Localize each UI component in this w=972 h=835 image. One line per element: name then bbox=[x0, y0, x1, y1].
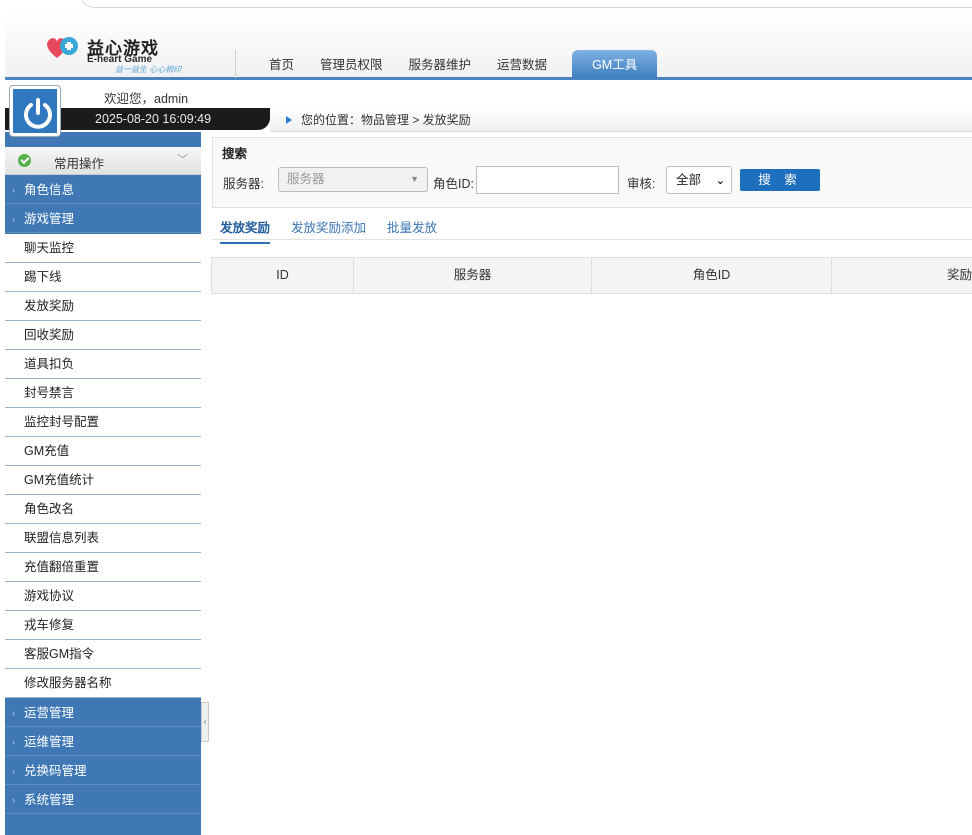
logo: 益心游戏 E-heart Game 益一益生 心心相印 bbox=[45, 32, 185, 76]
sidebar-item-recharge-double-reset[interactable]: 充值翻倍重置 bbox=[5, 553, 201, 582]
table-header: ID 服务器 角色ID 奖励 bbox=[211, 257, 972, 294]
sidebar-section-label: 角色信息 bbox=[24, 183, 75, 197]
audit-select[interactable]: 全部 ⌄ bbox=[666, 166, 732, 194]
breadcrumb: 您的位置：物品管理 > 发放奖励 bbox=[270, 108, 972, 132]
sidebar: 常用操作 ﹀ › 角色信息 › 游戏管理 聊天监控 踢下线 发放奖励 回收奖励 道具… bbox=[5, 132, 201, 835]
breadcrumb-text: 您的位置：物品管理 > 发放奖励 bbox=[301, 113, 471, 127]
browser-top-strip bbox=[0, 0, 972, 12]
sidebar-section-ops-maintenance[interactable]: › 运维管理 bbox=[5, 728, 201, 756]
sidebar-section-operation-management[interactable]: › 运营管理 bbox=[5, 699, 201, 727]
sidebar-item-rename-role[interactable]: 角色改名 bbox=[5, 495, 201, 524]
sidebar-item-rename-server[interactable]: 修改服务器名称 bbox=[5, 669, 201, 698]
caret-right-icon: › bbox=[12, 185, 15, 195]
sidebar-item-kick[interactable]: 踢下线 bbox=[5, 263, 201, 292]
sidebar-section-redeem-code[interactable]: › 兑换码管理 bbox=[5, 757, 201, 785]
search-panel: 搜索 服务器: 服务器 ▼ 角色ID: 审核: 全部 ⌄ 搜 索 bbox=[212, 137, 972, 208]
sidebar-item-chat-monitor[interactable]: 聊天监控 bbox=[5, 234, 201, 263]
sidebar-section-label: 兑换码管理 bbox=[24, 764, 87, 778]
main-content: 搜索 服务器: 服务器 ▼ 角色ID: 审核: 全部 ⌄ 搜 索 发放奖励 发放… bbox=[209, 132, 972, 835]
sidebar-item-game-protocol[interactable]: 游戏协议 bbox=[5, 582, 201, 611]
power-icon bbox=[24, 98, 52, 129]
browser-tab-edge bbox=[80, 0, 972, 8]
nav-gm-tools[interactable]: GM工具 bbox=[572, 50, 658, 78]
sidebar-section-game-management[interactable]: › 游戏管理 bbox=[5, 205, 201, 233]
sidebar-common-label: 常用操作 bbox=[54, 157, 105, 171]
sidebar-item-item-deduct[interactable]: 道具扣负 bbox=[5, 350, 201, 379]
column-header-role-id: 角色ID bbox=[592, 258, 832, 293]
logo-heart-icon bbox=[47, 37, 78, 58]
sidebar-item-ban-mute[interactable]: 封号禁言 bbox=[5, 379, 201, 408]
sidebar-item-gm-recharge-stats[interactable]: GM充值统计 bbox=[5, 466, 201, 495]
tab-send-reward[interactable]: 发放奖励 bbox=[220, 217, 271, 244]
sidebar-collapse-handle[interactable]: ‹ bbox=[201, 702, 209, 742]
sidebar-item-gm-recharge[interactable]: GM充值 bbox=[5, 437, 201, 466]
welcome-text: 欢迎您，admin bbox=[104, 92, 189, 106]
sidebar-section-label: 运营管理 bbox=[24, 706, 75, 720]
sidebar-item-alliance-list[interactable]: 联盟信息列表 bbox=[5, 524, 201, 553]
server-label: 服务器: bbox=[223, 177, 264, 191]
tab-batch-send[interactable]: 批量发放 bbox=[387, 217, 437, 236]
column-header-server: 服务器 bbox=[354, 258, 592, 293]
sidebar-item-send-reward[interactable]: 发放奖励 bbox=[5, 292, 201, 321]
chevron-left-icon: ‹ bbox=[203, 717, 207, 726]
logout-button[interactable] bbox=[10, 86, 60, 136]
breadcrumb-arrow-icon bbox=[286, 116, 292, 124]
sidebar-section-label: 游戏管理 bbox=[24, 212, 75, 226]
chevron-down-icon: ﹀ bbox=[177, 154, 188, 166]
nav-operation-data[interactable]: 运营数据 bbox=[484, 50, 560, 78]
column-header-reward: 奖励 bbox=[946, 268, 972, 282]
sidebar-common-ops[interactable]: 常用操作 ﹀ bbox=[5, 147, 201, 175]
sidebar-item-support-gm-command[interactable]: 客服GM指令 bbox=[5, 640, 201, 669]
caret-right-icon: › bbox=[12, 708, 15, 718]
sidebar-section-label: 运维管理 bbox=[24, 735, 75, 749]
sidebar-section-system-management[interactable]: › 系统管理 bbox=[5, 786, 201, 814]
top-nav: 首页 管理员权限 服务器维护 运营数据 GM工具 bbox=[235, 50, 658, 78]
sidebar-section-role-info[interactable]: › 角色信息 bbox=[5, 176, 201, 204]
sidebar-item-vehicle-repair[interactable]: 戎车修复 bbox=[5, 611, 201, 640]
server-select-placeholder: 服务器 bbox=[287, 172, 325, 186]
audit-label: 审核: bbox=[627, 177, 656, 191]
audit-select-value: 全部 bbox=[676, 173, 702, 187]
dropdown-arrow-icon: ▼ bbox=[410, 174, 419, 184]
role-id-label: 角色ID: bbox=[433, 177, 474, 191]
search-button[interactable]: 搜 索 bbox=[740, 169, 820, 191]
server-select[interactable]: 服务器 ▼ bbox=[278, 167, 428, 192]
caret-right-icon: › bbox=[12, 766, 15, 776]
nav-admin-permissions[interactable]: 管理员权限 bbox=[307, 50, 396, 78]
sidebar-section-label: 系统管理 bbox=[24, 793, 75, 807]
role-id-input[interactable] bbox=[476, 166, 619, 194]
content-tabs: 发放奖励 发放奖励添加 批量发放 bbox=[212, 210, 972, 244]
nav-home[interactable]: 首页 bbox=[256, 50, 307, 78]
caret-right-icon: › bbox=[12, 214, 15, 224]
caret-right-icon: › bbox=[12, 795, 15, 805]
check-circle-icon bbox=[18, 154, 31, 167]
logo-slogan: 益一益生 心心相印 bbox=[115, 65, 182, 74]
caret-right-icon: › bbox=[12, 737, 15, 747]
chevron-down-icon: ⌄ bbox=[715, 175, 725, 187]
search-title: 搜索 bbox=[222, 147, 248, 161]
column-header-id: ID bbox=[212, 258, 354, 293]
welcome-row: 欢迎您，admin bbox=[5, 84, 972, 106]
app-header: 益心游戏 E-heart Game 益一益生 心心相印 首页 管理员权限 服务器… bbox=[5, 12, 972, 80]
sidebar-item-recall-reward[interactable]: 回收奖励 bbox=[5, 321, 201, 350]
sidebar-item-ban-monitor-config[interactable]: 监控封号配置 bbox=[5, 408, 201, 437]
nav-server-maintenance[interactable]: 服务器维护 bbox=[396, 50, 485, 78]
tab-send-reward-add[interactable]: 发放奖励添加 bbox=[291, 217, 366, 236]
